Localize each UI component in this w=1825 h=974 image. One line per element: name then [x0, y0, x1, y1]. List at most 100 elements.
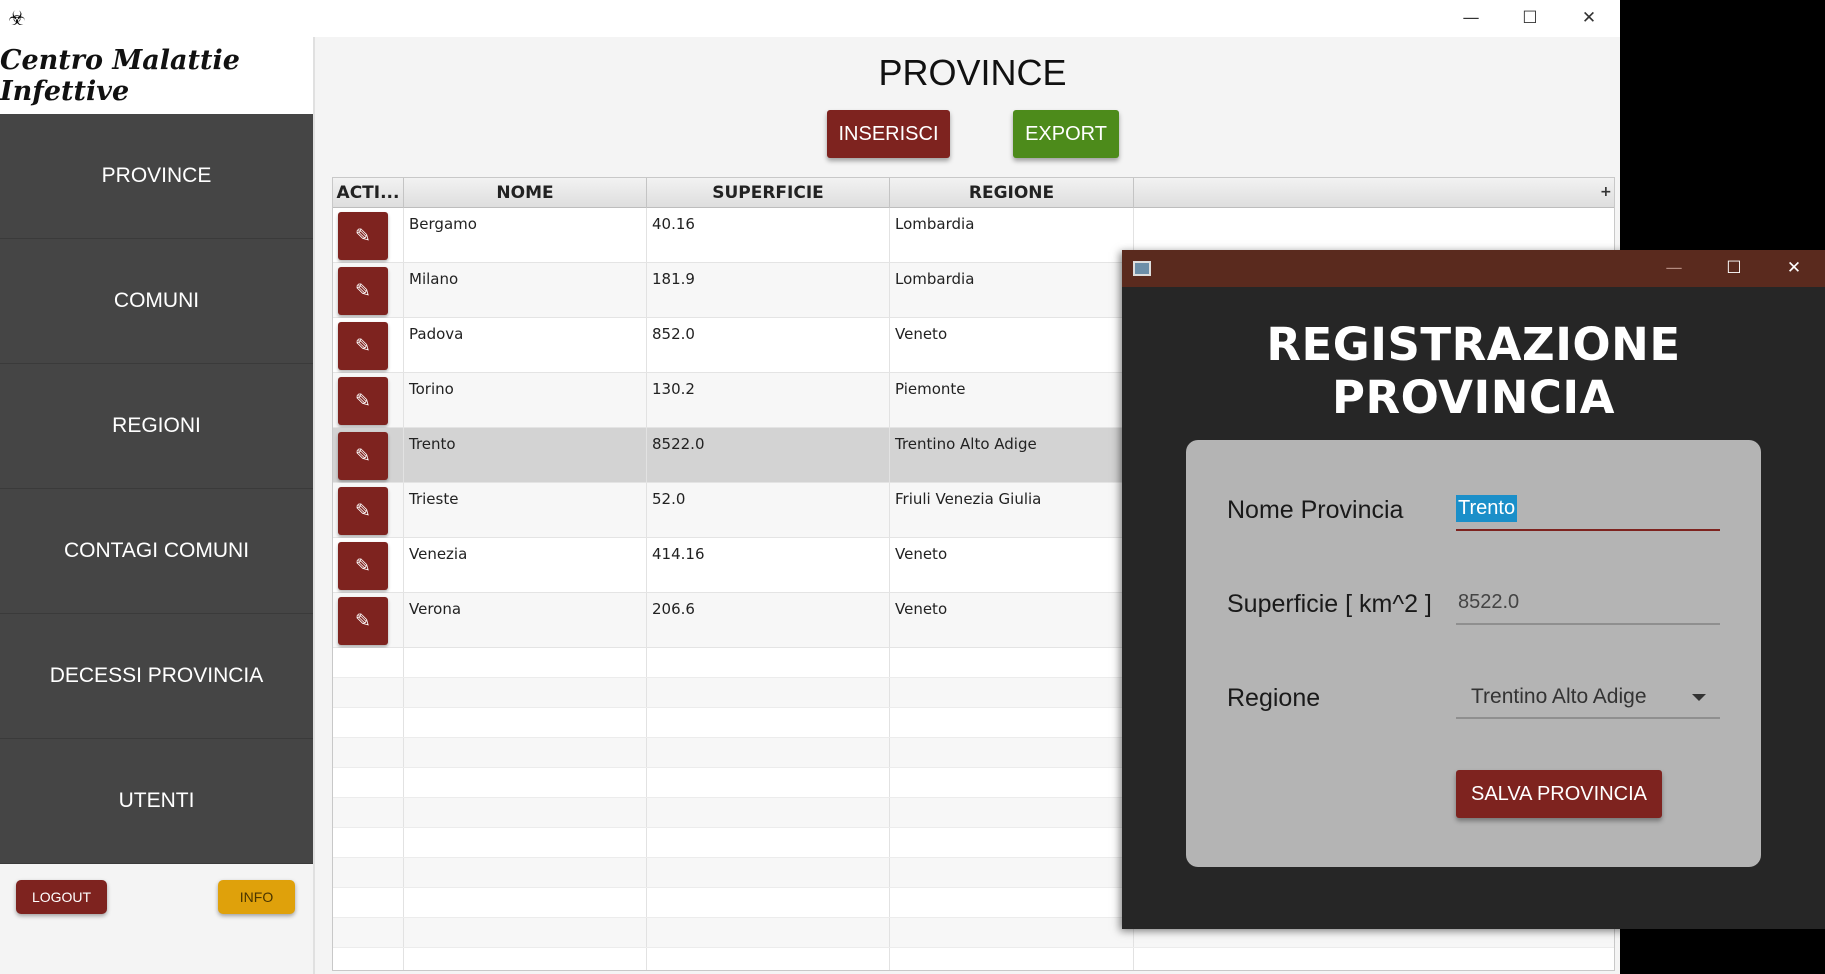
empty-cell [647, 678, 890, 707]
empty-cell [890, 948, 1134, 970]
pencil-icon: ✎ [355, 225, 371, 247]
cell-nome: Trento [404, 428, 647, 482]
empty-cell [333, 888, 404, 917]
superficie-label: Superficie [ km^2 ] [1227, 590, 1432, 618]
maximize-button[interactable]: ☐ [1501, 4, 1559, 32]
sidebar-item-comuni[interactable]: COMUNI [0, 239, 313, 364]
pencil-icon: ✎ [355, 390, 371, 412]
empty-cell [890, 708, 1134, 737]
empty-cell [333, 798, 404, 827]
action-cell: ✎ [333, 428, 404, 482]
cell-regione: Veneto [890, 318, 1134, 372]
column-header-regione[interactable]: REGIONE [890, 178, 1134, 208]
cell-regione: Piemonte [890, 373, 1134, 427]
empty-cell [404, 708, 647, 737]
dialog-close-button[interactable]: ✕ [1765, 253, 1823, 283]
edit-button[interactable]: ✎ [338, 487, 388, 535]
sidebar-item-utenti[interactable]: UTENTI [0, 739, 313, 864]
column-header-superficie[interactable]: SUPERFICIE [647, 178, 890, 208]
sidebar-item-decessi-provincia[interactable]: DECESSI PROVINCIA [0, 614, 313, 739]
minimize-button[interactable]: — [1442, 4, 1500, 32]
logout-button[interactable]: LOGOUT [16, 880, 107, 914]
biohazard-icon: ☣ [8, 6, 26, 30]
empty-cell [333, 738, 404, 767]
window-titlebar[interactable]: ☣ — ☐ ✕ [0, 0, 1620, 37]
regione-select[interactable]: Trentino Alto Adige [1456, 677, 1720, 719]
form-panel: Nome Provincia Trento Superficie [ km^2 … [1186, 440, 1761, 867]
empty-cell [404, 948, 647, 970]
action-cell: ✎ [333, 483, 404, 537]
empty-cell [647, 918, 890, 947]
cell-nome: Trieste [404, 483, 647, 537]
action-cell: ✎ [333, 373, 404, 427]
edit-button[interactable]: ✎ [338, 212, 388, 260]
superficie-value[interactable]: 8522.0 [1458, 591, 1519, 614]
sidebar-menu: PROVINCE COMUNI REGIONI CONTAGI COMUNI D… [0, 114, 313, 864]
empty-table-row [333, 948, 1614, 970]
sidebar-item-regioni[interactable]: REGIONI [0, 364, 313, 489]
empty-cell [647, 768, 890, 797]
empty-cell [890, 768, 1134, 797]
dialog-title: REGISTRAZIONE PROVINCIA [1266, 318, 1681, 424]
column-header-actions[interactable]: ACTI... [333, 178, 404, 208]
page-title: PROVINCE [878, 52, 1067, 93]
cell-superficie: 40.16 [647, 208, 890, 262]
cell-regione: Lombardia [890, 208, 1134, 262]
edit-button[interactable]: ✎ [338, 432, 388, 480]
window-icon [1133, 261, 1151, 276]
close-button[interactable]: ✕ [1560, 4, 1618, 32]
empty-cell [647, 708, 890, 737]
empty-cell [404, 918, 647, 947]
action-cell: ✎ [333, 538, 404, 592]
empty-cell [890, 678, 1134, 707]
empty-cell [647, 888, 890, 917]
app-brand: Centro Malattie Infettive [0, 37, 313, 114]
column-menu-button[interactable]: + [1600, 178, 1614, 208]
empty-cell [404, 648, 647, 677]
cell-superficie: 206.6 [647, 593, 890, 647]
empty-cell [890, 888, 1134, 917]
cell-nome: Verona [404, 593, 647, 647]
sidebar-item-province[interactable]: PROVINCE [0, 114, 313, 239]
sidebar-item-contagi-comuni[interactable]: CONTAGI COMUNI [0, 489, 313, 614]
cell-regione: Lombardia [890, 263, 1134, 317]
empty-cell [647, 798, 890, 827]
empty-cell [647, 948, 890, 970]
column-header-nome[interactable]: NOME [404, 178, 647, 208]
chevron-down-icon[interactable] [1692, 694, 1706, 701]
edit-button[interactable]: ✎ [338, 377, 388, 425]
empty-cell [333, 678, 404, 707]
pencil-icon: ✎ [355, 280, 371, 302]
empty-cell [890, 858, 1134, 887]
cell-superficie: 414.16 [647, 538, 890, 592]
dialog-minimize-button[interactable]: — [1645, 253, 1703, 283]
empty-cell [333, 708, 404, 737]
cell-nome: Padova [404, 318, 647, 372]
edit-button[interactable]: ✎ [338, 267, 388, 315]
superficie-input[interactable]: 8522.0 [1456, 583, 1720, 625]
empty-cell [890, 738, 1134, 767]
cell-superficie: 852.0 [647, 318, 890, 372]
regione-value[interactable]: Trentino Alto Adige [1471, 685, 1647, 709]
cell-nome: Bergamo [404, 208, 647, 262]
table-header: ACTI... NOME SUPERFICIE REGIONE + [333, 178, 1614, 208]
sidebar: Centro Malattie Infettive PROVINCE COMUN… [0, 37, 313, 974]
empty-cell [404, 888, 647, 917]
regione-label: Regione [1227, 684, 1321, 712]
edit-button[interactable]: ✎ [338, 597, 388, 645]
export-button[interactable]: EXPORT [1013, 110, 1119, 158]
insert-button[interactable]: INSERISCI [827, 110, 950, 158]
dialog-titlebar[interactable]: — ☐ ✕ [1122, 250, 1825, 287]
edit-button[interactable]: ✎ [338, 542, 388, 590]
cell-superficie: 130.2 [647, 373, 890, 427]
nome-provincia-input[interactable]: Trento [1456, 489, 1720, 531]
cell-nome: Venezia [404, 538, 647, 592]
nome-provincia-value[interactable]: Trento [1456, 495, 1518, 522]
empty-cell [890, 828, 1134, 857]
info-button[interactable]: INFO [218, 880, 295, 914]
dialog-maximize-button[interactable]: ☐ [1705, 253, 1763, 283]
pencil-icon: ✎ [355, 500, 371, 522]
edit-button[interactable]: ✎ [338, 322, 388, 370]
cell-superficie: 8522.0 [647, 428, 890, 482]
salva-provincia-button[interactable]: SALVA PROVINCIA [1456, 770, 1662, 818]
